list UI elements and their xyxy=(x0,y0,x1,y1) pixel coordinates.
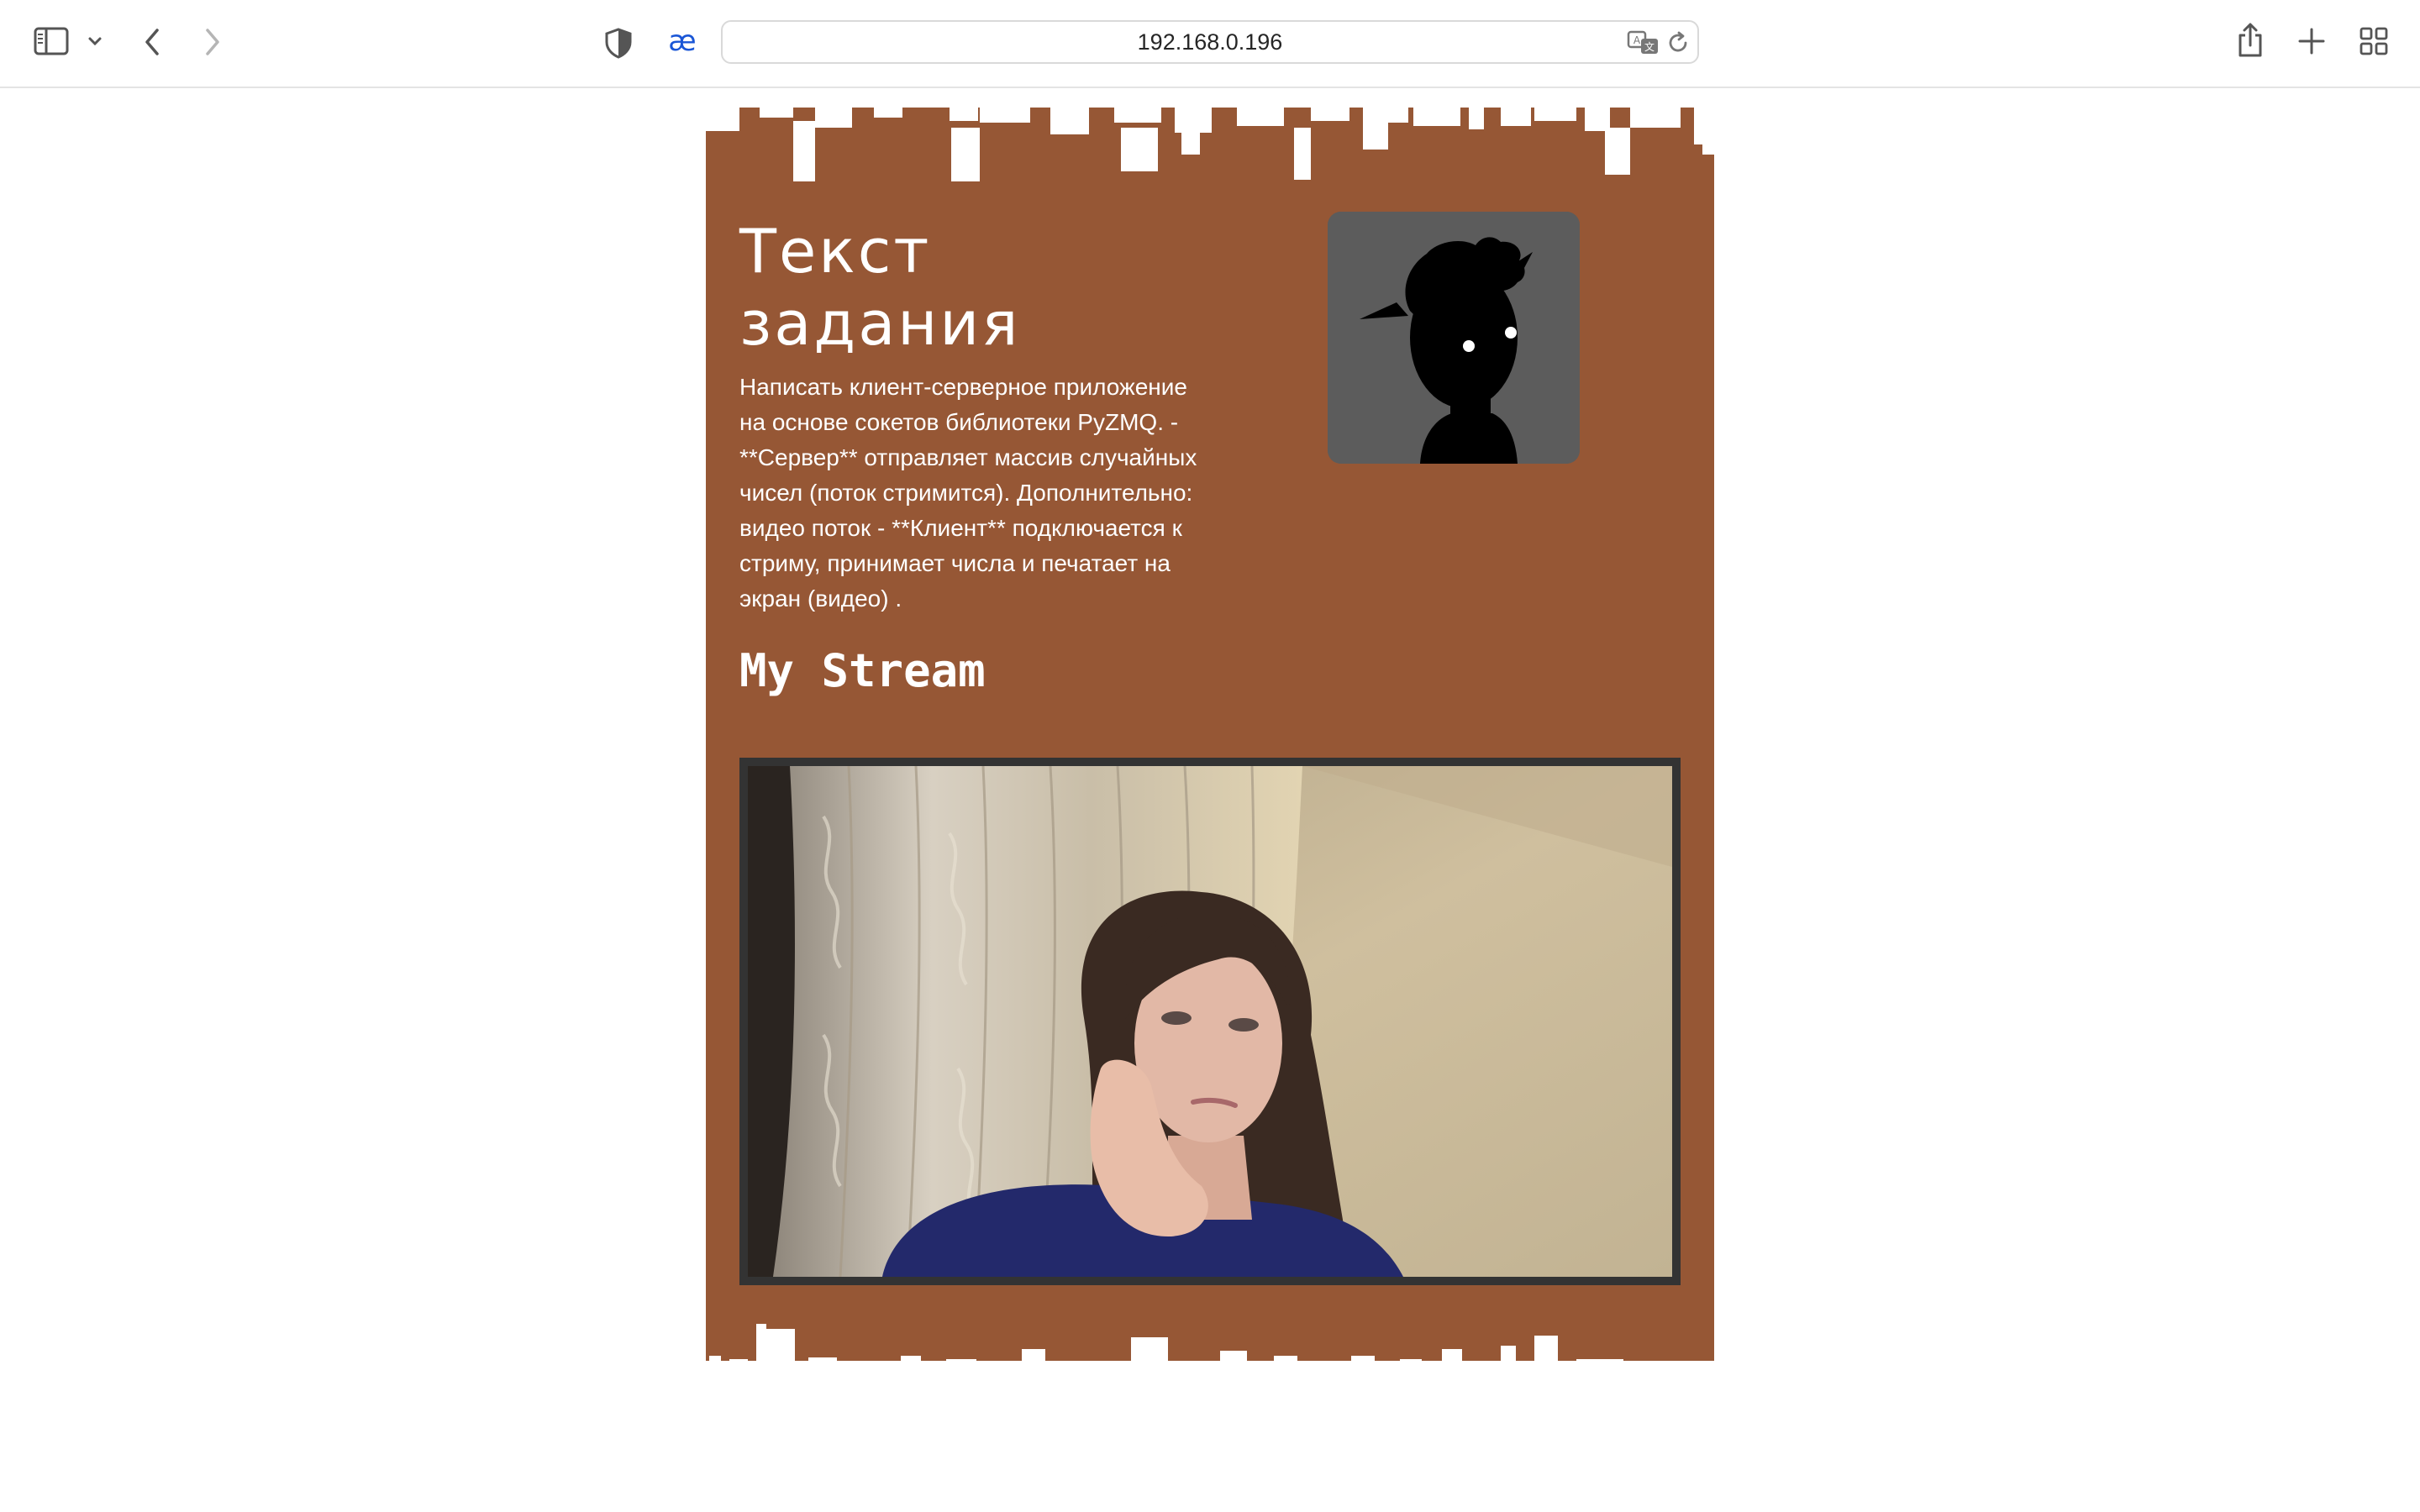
ae-extension-icon[interactable]: æ xyxy=(664,25,701,59)
page-title: Текст задания xyxy=(739,216,1021,359)
shield-icon[interactable] xyxy=(603,27,634,59)
svg-text:A: A xyxy=(1634,34,1641,46)
address-bar[interactable]: 192.168.0.196 A 文 xyxy=(721,20,1699,64)
plus-icon[interactable] xyxy=(2297,27,2326,55)
browser-toolbar: æ 192.168.0.196 A 文 xyxy=(0,0,2420,88)
chevron-right-icon[interactable] xyxy=(200,27,224,57)
url-text[interactable]: 192.168.0.196 xyxy=(723,22,1697,62)
reload-icon[interactable] xyxy=(1665,30,1691,55)
silhouette-avatar xyxy=(1328,212,1580,464)
translate-icon[interactable]: A 文 xyxy=(1627,29,1660,57)
stream-title: My Stream xyxy=(739,644,986,697)
svg-text:文: 文 xyxy=(1644,40,1655,53)
chevron-left-icon[interactable] xyxy=(141,27,165,57)
sidebar-icon[interactable] xyxy=(34,27,69,55)
webcam-stream[interactable] xyxy=(739,758,1681,1285)
svg-text:æ: æ xyxy=(668,25,696,58)
page-card: Текст задания Написать клиент-серверное … xyxy=(706,108,1714,1396)
share-icon[interactable] xyxy=(2235,22,2265,59)
grid-icon[interactable] xyxy=(2360,27,2388,55)
chevron-down-icon[interactable] xyxy=(87,35,103,47)
task-description: Написать клиент-серверное приложение на … xyxy=(739,374,1197,612)
